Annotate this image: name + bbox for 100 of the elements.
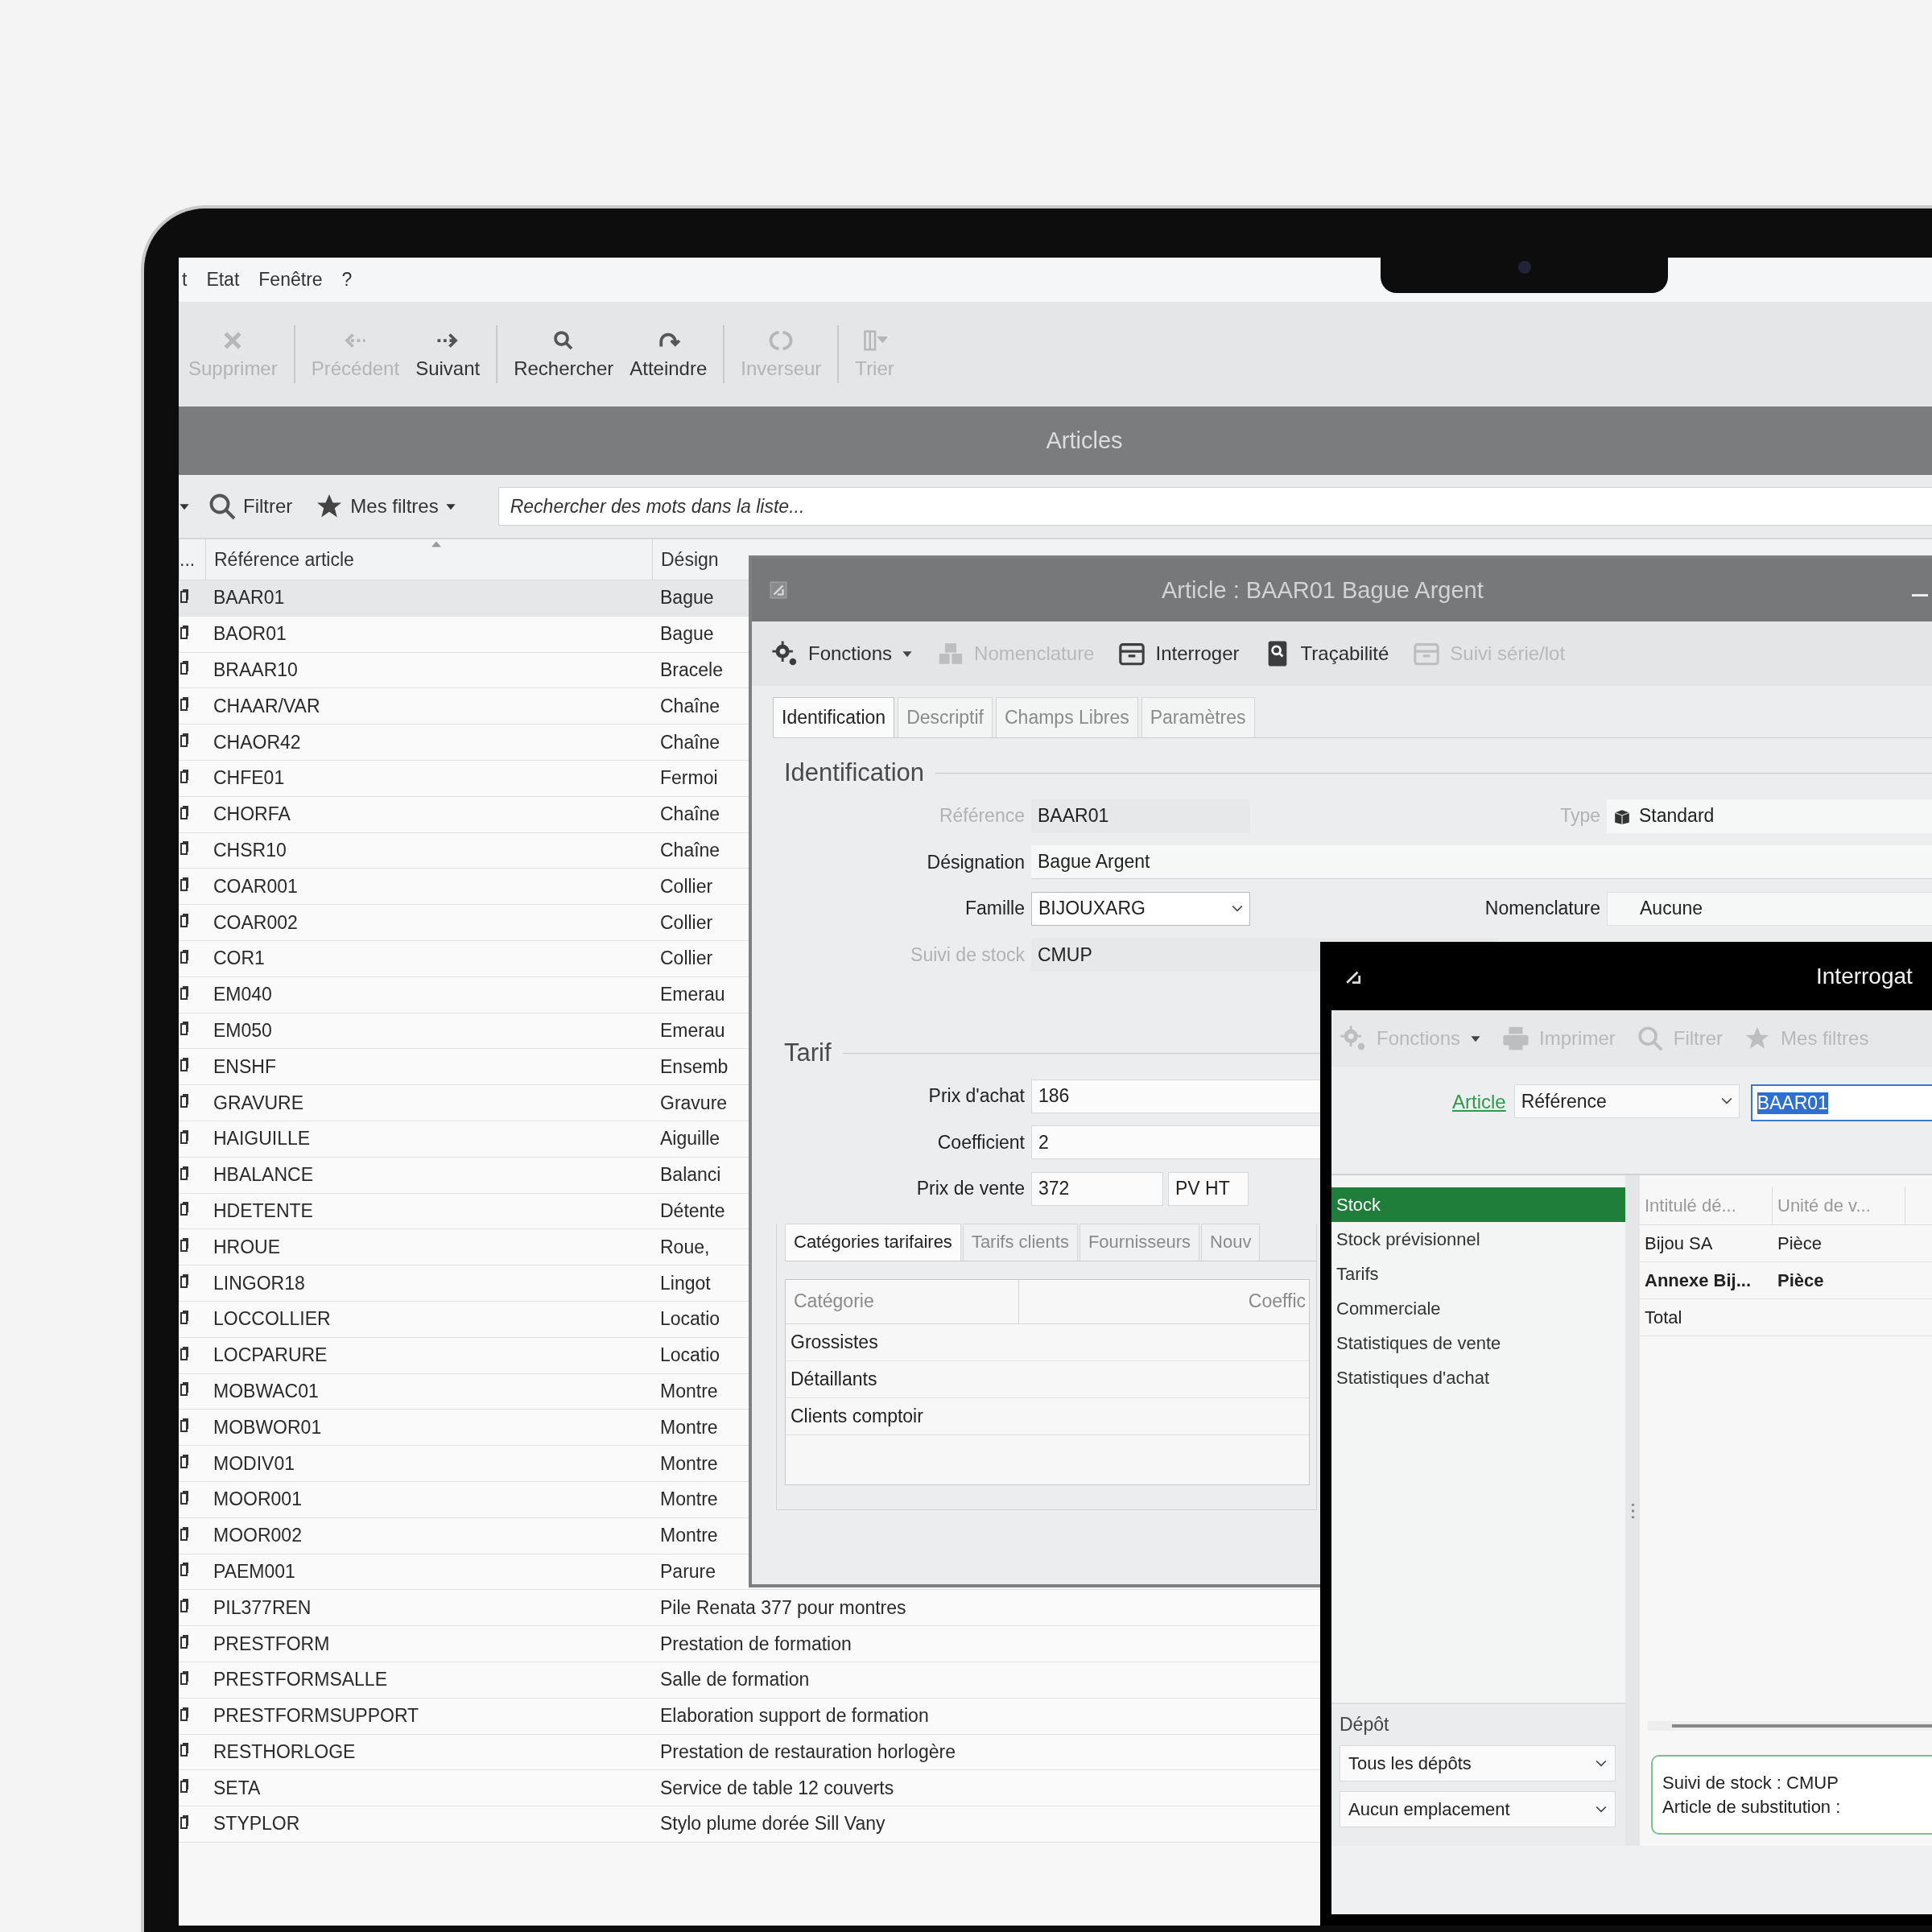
reference-cell-text: COAR002 <box>213 911 299 934</box>
reference-cell-text: MODIV01 <box>213 1452 295 1475</box>
nav-item[interactable]: Statistiques d'achat <box>1331 1360 1625 1395</box>
reference-cell-text: CHSR10 <box>213 839 287 861</box>
text-field[interactable]: Aucune <box>1607 891 1932 926</box>
item-icon <box>180 1094 188 1109</box>
column-header[interactable]: Désign <box>652 539 719 580</box>
reference-cell-text: ENSHF <box>213 1055 277 1078</box>
designation-cell-text: Ensemb <box>659 1055 729 1078</box>
sort-arrow-icon <box>431 541 441 547</box>
item-icon <box>180 841 188 857</box>
designation-cell-text: Montre <box>659 1380 718 1402</box>
tab[interactable]: Identification <box>773 697 895 737</box>
dropdown[interactable]: Aucun emplacement <box>1340 1791 1616 1827</box>
nav-item[interactable]: Tarifs <box>1331 1257 1625 1291</box>
reference-cell-text: PAEM001 <box>213 1560 296 1583</box>
reference-cell-text: PRESTFORM <box>213 1633 331 1655</box>
item-icon <box>180 661 188 676</box>
table-cell: Grossistes <box>791 1331 878 1353</box>
reference-cell-text: SETA <box>213 1777 262 1799</box>
designation-cell-text: Aiguille <box>659 1128 720 1150</box>
table-cell-text: Pièce <box>1777 1232 1823 1254</box>
menu-item[interactable]: Fenêtre <box>258 269 323 291</box>
designation-cell-text: Collier <box>659 947 713 970</box>
item-icon <box>180 805 188 820</box>
designation-cell-text: Collier <box>659 911 713 934</box>
designation-cell-text: Locatio <box>659 1308 720 1331</box>
reference-cell-text: MOBWOR01 <box>213 1416 323 1439</box>
article-field[interactable]: BAAR01 <box>1750 1084 1932 1121</box>
column-header[interactable]: ... <box>179 539 205 580</box>
menu-item[interactable]: Etat <box>206 269 240 291</box>
item-icon <box>180 1274 188 1290</box>
search-icon <box>1636 1025 1664 1052</box>
item-icon <box>180 1382 188 1397</box>
nav-item[interactable]: Statistiques de vente <box>1331 1326 1625 1360</box>
my-filters-button[interactable]: Mes filtres <box>310 489 461 524</box>
splitter-handle[interactable] <box>1630 1501 1635 1520</box>
item-icon <box>180 949 188 964</box>
chevron-icon <box>1596 1805 1607 1814</box>
reference-cell-text: PRESTFORMSALLE <box>213 1669 388 1691</box>
tab[interactable]: Catégories tarifaires <box>785 1223 961 1261</box>
nav-item[interactable]: Stock prévisionnel <box>1331 1222 1625 1257</box>
item-icon <box>180 697 188 712</box>
designation-cell-text: Roue, <box>659 1236 710 1258</box>
nav-item[interactable]: Stock <box>1331 1187 1625 1222</box>
table-cell-text: Total <box>1644 1307 1683 1328</box>
table-cell: Détaillants <box>791 1368 877 1390</box>
item-icon <box>180 1166 188 1181</box>
info-text: Suivi de stock : CMUP <box>1662 1771 1839 1794</box>
text-field[interactable]: 372 <box>1031 1171 1163 1206</box>
chevron-icon <box>1232 904 1243 913</box>
chevron-icon <box>1596 1759 1607 1768</box>
dialog-title: Article : BAAR01 Bague Argent <box>1162 576 1484 604</box>
designation-cell-text: Elaboration support de formation <box>659 1705 929 1728</box>
dropdown[interactable]: BIJOUXARG <box>1031 891 1250 926</box>
unit-field[interactable]: PV HT <box>1168 1171 1249 1206</box>
menu-item[interactable]: ? <box>341 269 353 291</box>
printer-icon <box>1502 1025 1530 1052</box>
item-icon <box>180 1815 188 1830</box>
dropdown[interactable]: Tous les dépôts <box>1340 1745 1616 1781</box>
designation-cell-text: Prestation de restauration horlogère <box>659 1740 956 1763</box>
search-button[interactable]: Rechercher <box>506 328 622 380</box>
field-label: Prix de vente <box>915 1178 1026 1200</box>
reference-cell-text: COAR001 <box>213 875 299 898</box>
reference-cell-text: CHORFA <box>213 803 291 826</box>
reference-cell-text: PIL377REN <box>213 1596 312 1619</box>
functions-button[interactable]: Fonctions <box>768 637 917 671</box>
reference-cell-text: HROUE <box>213 1236 282 1258</box>
dropdown[interactable]: Référence <box>1513 1084 1740 1118</box>
reference-cell-text: CHAAR/VAR <box>213 695 321 717</box>
field-label: Prix d'achat <box>927 1085 1026 1108</box>
text-field[interactable]: Bague Argent <box>1031 845 1932 880</box>
reference-cell-text: MOOR002 <box>213 1525 303 1547</box>
column-header[interactable]: Référence article <box>205 539 652 580</box>
item-icon <box>180 1670 188 1686</box>
filter-button[interactable]: Filtrer <box>203 489 298 524</box>
menu-item[interactable]: t <box>182 269 188 291</box>
designation-cell-text: Pile Renata 377 pour montres <box>659 1596 906 1619</box>
item-icon <box>180 1779 188 1794</box>
field-label: Coefficient <box>936 1131 1026 1154</box>
info-text: Article de substitution : <box>1662 1795 1842 1818</box>
window-icon <box>770 581 787 599</box>
query-button[interactable]: Interroger <box>1115 637 1243 671</box>
designation-cell-text: Détente <box>659 1199 725 1222</box>
gear-icon <box>771 640 799 667</box>
window-title: Interrogat <box>1816 963 1913 989</box>
designation-cell-text: Service de table 12 couverts <box>659 1777 894 1799</box>
item-icon <box>180 588 188 604</box>
search-field[interactable]: Rechercher des mots dans la liste... <box>497 487 1932 526</box>
designation-cell-text: Montre <box>659 1488 718 1511</box>
item-icon <box>180 1599 188 1614</box>
next-button[interactable]: Suivant <box>407 328 489 380</box>
item-icon <box>180 1707 188 1722</box>
nav-item[interactable]: Commerciale <box>1331 1291 1625 1326</box>
item-icon <box>180 1635 188 1649</box>
reference-cell-text: BAOR01 <box>213 623 287 646</box>
trace-button[interactable]: Traçabilité <box>1260 637 1393 671</box>
minimize-icon[interactable] <box>1911 594 1929 597</box>
table-cell-text: Annexe Bij... <box>1644 1269 1752 1291</box>
goto-button[interactable]: Atteindre <box>621 328 716 380</box>
